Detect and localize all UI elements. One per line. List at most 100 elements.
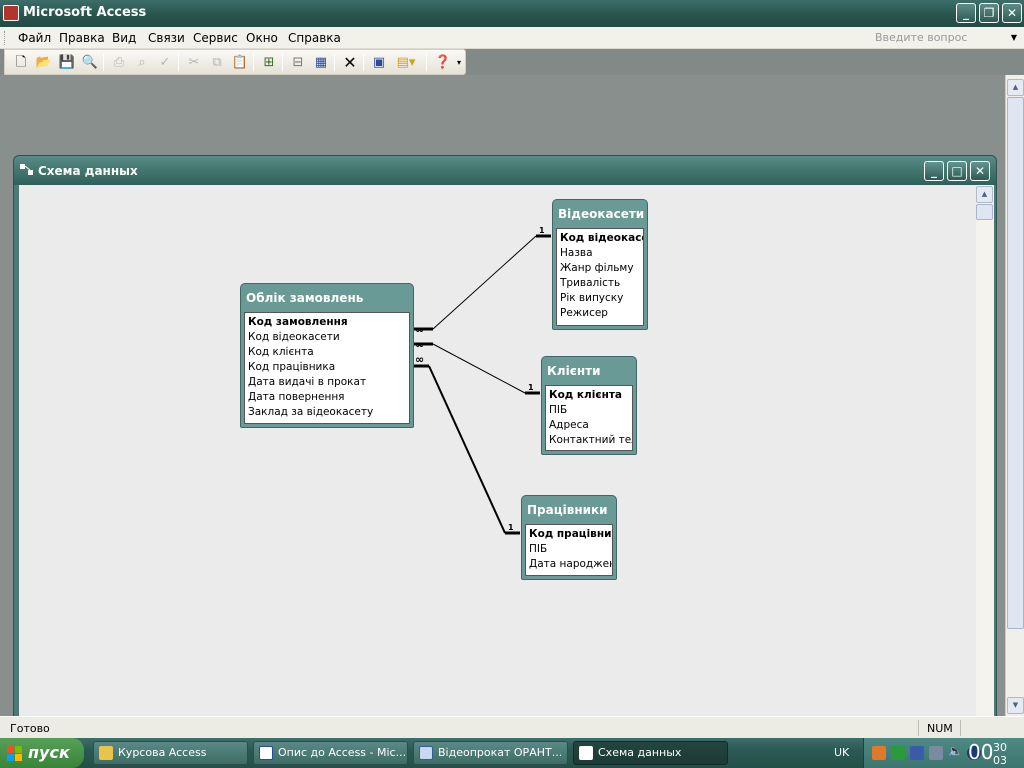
field-order-id[interactable]: Код замовлення bbox=[245, 315, 409, 330]
field-videocassette-id[interactable]: Код відеокасети bbox=[557, 231, 643, 246]
relationships-window: Схема данных _ □ ✕ ∞ ∞ ∞ 1 1 1 Облік зам… bbox=[13, 155, 997, 730]
copy-icon[interactable]: ⧉ bbox=[207, 53, 227, 72]
show-all-relationships-icon[interactable]: ▦ bbox=[311, 53, 331, 72]
chevron-down-icon[interactable]: ▼ bbox=[1011, 30, 1017, 46]
scroll-thumb[interactable] bbox=[1007, 97, 1024, 629]
new-file-icon[interactable]: 🗋 bbox=[11, 53, 31, 72]
cut-icon[interactable]: ✂ bbox=[184, 53, 204, 72]
menu-help[interactable]: Справка bbox=[286, 30, 343, 46]
network-icon[interactable] bbox=[910, 746, 924, 760]
menu-file[interactable]: Файл bbox=[16, 30, 53, 46]
tray-xbt-icon[interactable] bbox=[891, 746, 905, 760]
taskbar-item-word-document[interactable]: Опис до Access - Mic... bbox=[253, 741, 408, 765]
one-label-videocassettes: 1 bbox=[539, 226, 545, 235]
table-employees-field-list[interactable]: Код працівника ПІБ Дата народжень bbox=[525, 524, 613, 576]
scroll-up-icon[interactable]: ▲ bbox=[976, 186, 993, 203]
table-clients[interactable]: Клієнти Код клієнта ПІБ Адреса Контактни… bbox=[541, 356, 637, 455]
save-icon[interactable]: 💾 bbox=[57, 53, 77, 72]
relationships-icon bbox=[20, 164, 33, 175]
taskbar-item-label: Курсова Access bbox=[118, 746, 207, 759]
field-employee-id[interactable]: Код працівника bbox=[526, 527, 612, 542]
field-genre[interactable]: Жанр фільму bbox=[557, 261, 643, 276]
database-window-icon[interactable]: ▣ bbox=[369, 53, 389, 72]
status-divider bbox=[960, 720, 961, 736]
menu-tools[interactable]: Сервис bbox=[191, 30, 240, 46]
show-table-icon[interactable]: ⊞ bbox=[259, 53, 279, 72]
relationship-lines: ∞ ∞ ∞ 1 1 1 bbox=[411, 226, 551, 535]
menu-window[interactable]: Окно bbox=[244, 30, 280, 46]
field-duration[interactable]: Тривалість bbox=[557, 276, 643, 291]
clock-minute: 30 bbox=[993, 741, 1007, 754]
relationship-line-videocassettes[interactable] bbox=[432, 235, 537, 330]
field-director[interactable]: Режисер bbox=[557, 306, 643, 321]
clock[interactable]: 00 30 03 bbox=[968, 740, 1007, 767]
scroll-up-icon[interactable]: ▲ bbox=[1007, 79, 1024, 96]
table-videocassettes-field-list[interactable]: Код відеокасети Назва Жанр фільму Тривал… bbox=[556, 228, 644, 326]
field-contact-phone[interactable]: Контактний тел bbox=[546, 433, 632, 448]
field-full-name[interactable]: ПІБ bbox=[526, 542, 612, 557]
table-clients-field-list[interactable]: Код клієнта ПІБ Адреса Контактний тел bbox=[545, 385, 633, 451]
folder-icon bbox=[99, 746, 113, 760]
table-orders-field-list[interactable]: Код замовлення Код відеокасети Код клієн… bbox=[244, 312, 410, 424]
one-label-clients: 1 bbox=[528, 383, 534, 392]
taskbar-item-coursework-folder[interactable]: Курсова Access bbox=[93, 741, 248, 765]
field-issue-date[interactable]: Дата видачі в прокат bbox=[245, 375, 409, 390]
help-icon[interactable]: ❓ bbox=[433, 53, 453, 72]
menu-relationships[interactable]: Связи bbox=[146, 30, 187, 46]
scroll-thumb[interactable] bbox=[976, 204, 993, 220]
table-employees[interactable]: Працівники Код працівника ПІБ Дата народ… bbox=[521, 495, 617, 580]
field-address[interactable]: Адреса bbox=[546, 418, 632, 433]
field-client-id[interactable]: Код клієнта bbox=[546, 388, 632, 403]
field-client-id[interactable]: Код клієнта bbox=[245, 345, 409, 360]
word-document-icon bbox=[259, 746, 273, 760]
preview-icon[interactable]: ⌕ bbox=[132, 53, 152, 72]
show-direct-relationships-icon[interactable]: ⊟ bbox=[288, 53, 308, 72]
relationship-line-employees[interactable] bbox=[428, 365, 506, 534]
tray-device-icon[interactable] bbox=[929, 746, 943, 760]
print-preview-icon[interactable]: 🔍 bbox=[80, 53, 100, 72]
relationships-canvas[interactable]: ∞ ∞ ∞ 1 1 1 Облік замовлень Код замовлен… bbox=[19, 185, 976, 725]
taskbar-item-relationships[interactable]: Схема данных bbox=[573, 741, 728, 765]
toolbar: 🗋 📂 💾 🔍 ⎙ ⌕ ✓ ✂ ⧉ 📋 ⊞ ⊟ ▦ ✕ ▣ ▤▾ ❓ ▾ bbox=[4, 49, 466, 75]
tray-app-icon[interactable] bbox=[872, 746, 886, 760]
field-birth-date[interactable]: Дата народжень bbox=[526, 557, 612, 572]
canvas-scrollbar[interactable]: ▲ bbox=[976, 185, 994, 725]
table-videocassettes[interactable]: Відеокасети Код відеокасети Назва Жанр ф… bbox=[552, 199, 648, 330]
relationship-line-clients[interactable] bbox=[432, 343, 526, 394]
field-release-year[interactable]: Рік випуску bbox=[557, 291, 643, 306]
scroll-down-icon[interactable]: ▼ bbox=[1007, 697, 1024, 714]
restore-button[interactable]: ❐ bbox=[979, 3, 999, 23]
child-maximize-button[interactable]: □ bbox=[947, 161, 967, 181]
child-close-button[interactable]: ✕ bbox=[970, 161, 990, 181]
field-videocassette-id[interactable]: Код відеокасети bbox=[245, 330, 409, 345]
menu-edit[interactable]: Правка bbox=[57, 30, 107, 46]
minimize-button[interactable]: _ bbox=[956, 3, 976, 23]
toolbar-options-chevron-icon[interactable]: ▾ bbox=[453, 53, 465, 72]
open-folder-icon[interactable]: 📂 bbox=[34, 53, 54, 72]
child-minimize-button[interactable]: _ bbox=[924, 161, 944, 181]
field-deposit[interactable]: Заклад за відеокасету bbox=[245, 405, 409, 420]
field-full-name[interactable]: ПІБ bbox=[546, 403, 632, 418]
table-clients-title: Клієнти bbox=[547, 364, 601, 378]
delete-icon[interactable]: ✕ bbox=[340, 53, 360, 72]
windows-logo-icon bbox=[7, 746, 22, 761]
start-button[interactable]: пуск bbox=[0, 738, 84, 768]
print-icon[interactable]: ⎙ bbox=[109, 53, 129, 72]
field-return-date[interactable]: Дата повернення bbox=[245, 390, 409, 405]
language-indicator[interactable]: UK bbox=[834, 746, 849, 759]
app-title: Microsoft Access bbox=[23, 5, 147, 20]
field-title[interactable]: Назва bbox=[557, 246, 643, 261]
workspace-scrollbar[interactable]: ▲ ▼ bbox=[1005, 75, 1024, 716]
close-button[interactable]: ✕ bbox=[1002, 3, 1022, 23]
table-orders[interactable]: Облік замовлень Код замовлення Код відео… bbox=[240, 283, 414, 428]
field-employee-id[interactable]: Код працівника bbox=[245, 360, 409, 375]
volume-icon[interactable]: 🔈 bbox=[948, 744, 963, 758]
new-object-icon[interactable]: ▤▾ bbox=[392, 53, 420, 72]
spelling-icon[interactable]: ✓ bbox=[155, 53, 175, 72]
taskbar-item-access-database[interactable]: Відеопрокат ОРАНТ... bbox=[413, 741, 568, 765]
table-employees-title: Працівники bbox=[527, 503, 608, 517]
paste-icon[interactable]: 📋 bbox=[230, 53, 250, 72]
ask-question-box[interactable]: Введите вопрос ▼ bbox=[873, 30, 1021, 47]
taskbar-item-label: Відеопрокат ОРАНТ... bbox=[438, 746, 563, 759]
menu-view[interactable]: Вид bbox=[110, 30, 138, 46]
